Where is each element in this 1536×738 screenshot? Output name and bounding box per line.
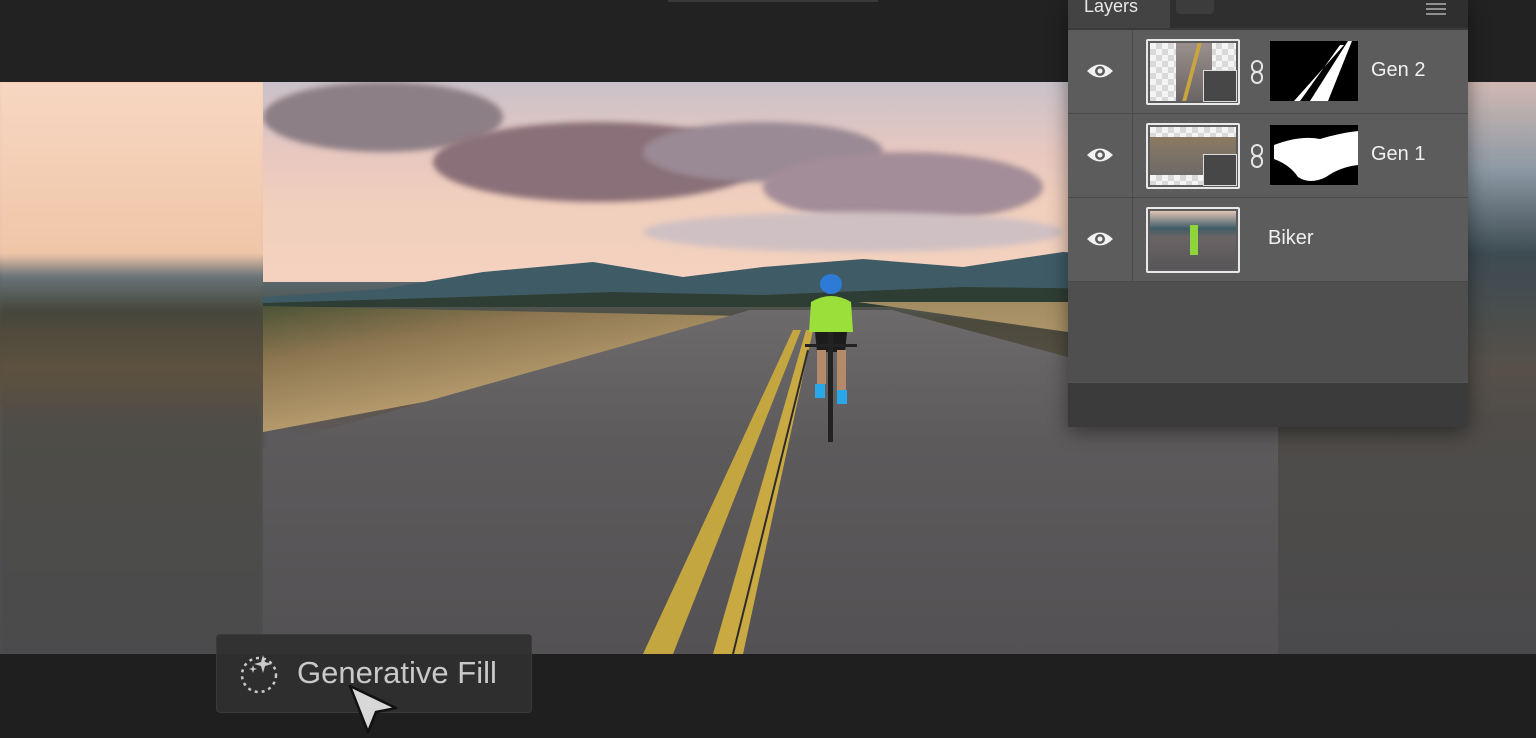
cloud — [763, 152, 1043, 222]
layer-row-biker[interactable]: Biker — [1068, 198, 1468, 283]
cloud — [643, 212, 1063, 252]
layer-name[interactable]: Gen 2 — [1371, 59, 1425, 82]
layer-mask[interactable] — [1270, 41, 1358, 101]
layer-row-gen-1[interactable]: Gen 1 — [1068, 114, 1468, 199]
eye-icon[interactable] — [1086, 230, 1114, 248]
layer-thumbnail[interactable] — [1146, 207, 1240, 273]
document-tab-stub[interactable] — [668, 0, 878, 2]
sparkle-icon — [240, 655, 278, 694]
mouse-cursor-icon — [348, 684, 398, 734]
layer-mask[interactable] — [1270, 125, 1358, 185]
eye-icon[interactable] — [1086, 62, 1114, 80]
eye-icon[interactable] — [1086, 146, 1114, 164]
generative-layer-icon — [1203, 70, 1237, 102]
layers-empty-area[interactable] — [1068, 282, 1468, 382]
generative-layer-icon — [1203, 154, 1237, 186]
panel-tab-icon[interactable] — [1176, 0, 1214, 14]
layer-thumbnail[interactable] — [1146, 39, 1240, 105]
layer-row-gen-2[interactable]: Gen 2 — [1068, 30, 1468, 115]
cyclist — [805, 274, 857, 442]
visibility-toggle[interactable] — [1068, 114, 1133, 197]
layers-tab[interactable]: Layers — [1068, 0, 1170, 28]
layer-name[interactable]: Biker — [1268, 227, 1314, 250]
layers-panel-header: Layers — [1068, 0, 1468, 28]
layer-thumbnail[interactable] — [1146, 123, 1240, 189]
layers-tab-label: Layers — [1084, 0, 1139, 16]
link-icon[interactable] — [1250, 144, 1264, 168]
layer-name[interactable]: Gen 1 — [1371, 143, 1425, 166]
visibility-toggle[interactable] — [1068, 30, 1133, 113]
panel-menu-icon[interactable] — [1426, 0, 1446, 15]
visibility-toggle[interactable] — [1068, 198, 1133, 281]
layers-panel: Layers Gen 2 Gen 1 Biker — [1068, 0, 1468, 427]
link-icon[interactable] — [1250, 60, 1264, 84]
expanded-canvas-left — [0, 82, 263, 654]
layers-panel-footer — [1068, 382, 1468, 427]
